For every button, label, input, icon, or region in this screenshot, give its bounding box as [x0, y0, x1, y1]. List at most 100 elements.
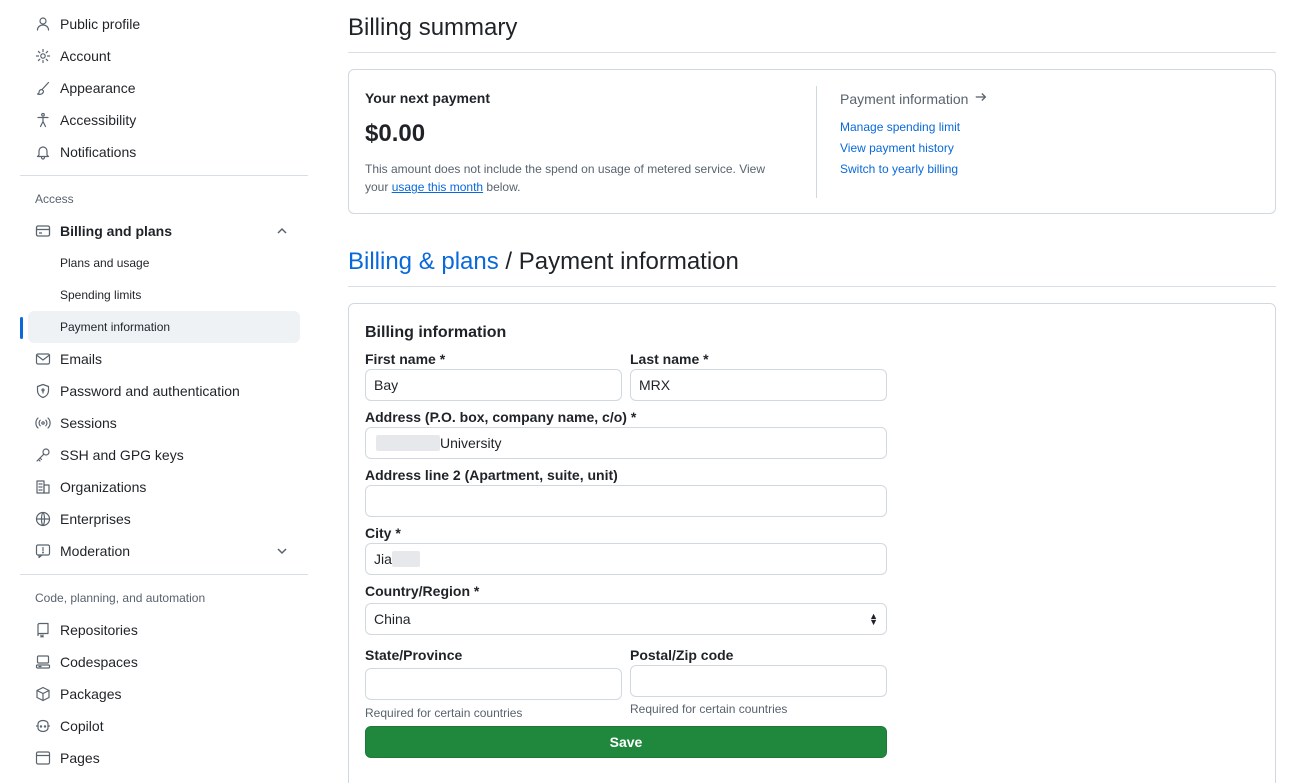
sidebar-item-pages[interactable]: Pages [20, 742, 310, 774]
sidebar-item-label: Moderation [60, 543, 131, 559]
gear-icon [35, 48, 51, 64]
usage-this-month-link[interactable]: usage this month [392, 180, 483, 194]
sidebar-item-accessibility[interactable]: Accessibility [20, 104, 310, 136]
sidebar-item-label: SSH and GPG keys [60, 447, 184, 463]
person-icon [35, 16, 51, 32]
sidebar-item-copilot[interactable]: Copilot [20, 710, 310, 742]
sidebar-item-label: Public profile [60, 16, 141, 32]
report-icon [35, 543, 51, 559]
sidebar-item-password-and-authentication[interactable]: Password and authentication [20, 375, 310, 407]
sidebar-item-label: Repositories [60, 622, 138, 638]
codespaces-icon [35, 654, 51, 670]
sidebar-item-repositories[interactable]: Repositories [20, 614, 310, 646]
sidebar-subitem-label: Payment information [60, 320, 171, 334]
next-payment-label: Your next payment [365, 90, 490, 106]
breadcrumb-billing-plans-link[interactable]: Billing & plans [348, 248, 499, 275]
first-name-label: First name * [365, 351, 446, 367]
accessibility-icon [35, 112, 51, 128]
organization-icon [35, 479, 51, 495]
redacted-text [376, 435, 440, 451]
city-label: City * [365, 525, 401, 541]
sidebar-item-label: Organizations [60, 479, 147, 495]
package-icon [35, 686, 51, 702]
last-name-input[interactable]: MRX [630, 369, 887, 401]
sidebar-item-label: Enterprises [60, 511, 131, 527]
country-label: Country/Region * [365, 583, 480, 599]
sidebar-item-label: Packages [60, 686, 122, 702]
view-payment-history-link[interactable]: View payment history [840, 140, 988, 161]
postal-input[interactable] [630, 665, 887, 697]
repo-icon [35, 622, 51, 638]
sidebar-subitem-plans-usage[interactable]: Plans and usage [20, 247, 310, 279]
sidebar-item-organizations[interactable]: Organizations [20, 471, 310, 503]
sidebar-item-account[interactable]: Account [20, 40, 310, 72]
state-input[interactable] [365, 668, 622, 700]
sidebar-item-sessions[interactable]: Sessions [20, 407, 310, 439]
sidebar-item-label: Emails [60, 351, 103, 367]
sidebar-subitem-spending-limits[interactable]: Spending limits [20, 279, 310, 311]
browser-icon [35, 750, 51, 766]
sidebar-item-label: Account [60, 48, 111, 64]
billing-information-form: Billing information First name * Bay Las… [348, 303, 1276, 783]
section-label-access: Access [35, 192, 74, 206]
address-line2-label: Address line 2 (Apartment, suite, unit) [365, 467, 618, 483]
city-input[interactable]: Jia [365, 543, 887, 575]
sidebar-item-packages[interactable]: Packages [20, 678, 310, 710]
save-button[interactable]: Save [365, 726, 887, 758]
first-name-input[interactable]: Bay [365, 369, 622, 401]
main-content: Billing summary Your next payment $0.00 … [348, 0, 1276, 783]
sidebar-item-label: Codespaces [60, 654, 138, 670]
sidebar-item-label: Copilot [60, 718, 104, 734]
last-name-label: Last name * [630, 351, 709, 367]
broadcast-icon [35, 415, 51, 431]
country-select[interactable]: China ▲ ▼ [365, 603, 887, 635]
chevron-up-icon[interactable] [274, 223, 290, 239]
copilot-icon [35, 718, 51, 734]
sidebar-item-label: Pages [60, 750, 100, 766]
switch-yearly-billing-link[interactable]: Switch to yearly billing [840, 161, 988, 182]
mail-icon [35, 351, 51, 367]
form-title: Billing information [365, 324, 507, 341]
manage-spending-limit-link[interactable]: Manage spending limit [840, 119, 988, 140]
sidebar-item-public-profile[interactable]: Public profile [20, 8, 310, 40]
paintbrush-icon [35, 80, 51, 96]
settings-sidebar: Public profile Account Appearance Accessibi… [20, 8, 310, 774]
sidebar-item-moderation[interactable]: Moderation [20, 535, 310, 567]
postal-label: Postal/Zip code [630, 647, 734, 663]
payment-information-heading[interactable]: Payment information [840, 90, 988, 107]
sidebar-item-ssh-and-gpg-keys[interactable]: SSH and GPG keys [20, 439, 310, 471]
key-icon [35, 447, 51, 463]
globe-icon [35, 511, 51, 527]
state-label: State/Province [365, 647, 463, 663]
sidebar-item-codespaces[interactable]: Codespaces [20, 646, 310, 678]
address-input[interactable]: University [365, 427, 887, 459]
page-title: Billing summary [348, 0, 1276, 53]
sidebar-item-appearance[interactable]: Appearance [20, 72, 310, 104]
address-line2-input[interactable] [365, 485, 887, 517]
sidebar-divider [20, 574, 308, 575]
section-label-code: Code, planning, and automation [35, 591, 206, 605]
arrow-right-icon [974, 90, 988, 107]
chevron-down-icon[interactable] [274, 543, 290, 559]
payment-note: This amount does not include the spend o… [365, 162, 766, 194]
select-arrows-icon: ▲ ▼ [869, 611, 878, 627]
state-hint: Required for certain countries [365, 706, 523, 720]
sidebar-item-label: Password and authentication [60, 383, 240, 399]
breadcrumb: Billing & plans / Payment information [348, 234, 1276, 287]
sidebar-item-label: Sessions [60, 415, 117, 431]
sidebar-item-emails[interactable]: Emails [20, 343, 310, 375]
sidebar-subitem-payment-information[interactable]: Payment information [20, 311, 300, 343]
redacted-text [391, 551, 420, 567]
sidebar-item-enterprises[interactable]: Enterprises [20, 503, 310, 535]
bell-icon [35, 144, 51, 160]
sidebar-item-billing[interactable]: Billing and plans [20, 215, 310, 247]
sidebar-item-label: Accessibility [60, 112, 137, 128]
active-indicator [20, 317, 23, 339]
sidebar-item-notifications[interactable]: Notifications [20, 136, 310, 168]
sidebar-item-label: Billing and plans [60, 223, 173, 239]
shield-lock-icon [35, 383, 51, 399]
sidebar-item-label: Notifications [60, 144, 137, 160]
credit-card-icon [35, 223, 51, 239]
address-label: Address (P.O. box, company name, c/o) * [365, 409, 637, 425]
breadcrumb-current: Payment information [518, 248, 739, 275]
